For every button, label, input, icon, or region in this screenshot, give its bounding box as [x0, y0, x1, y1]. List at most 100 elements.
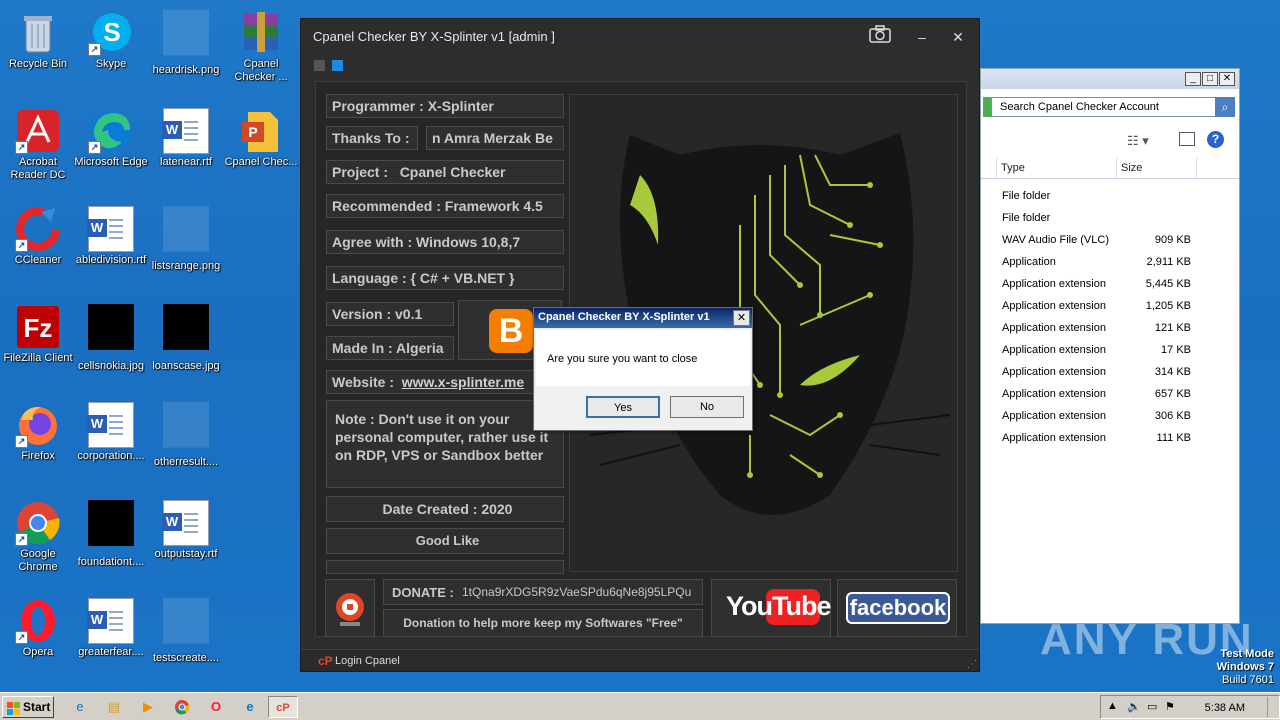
preview-pane-icon[interactable]: [1179, 132, 1195, 146]
network-icon[interactable]: ▭: [1147, 700, 1157, 713]
search-icon[interactable]: ⌕: [1215, 97, 1235, 117]
alarm-button[interactable]: [325, 579, 375, 637]
chrome-taskbar-icon[interactable]: [170, 696, 194, 718]
media-player-icon[interactable]: ▶: [136, 696, 160, 718]
action-center-icon[interactable]: ⚑: [1165, 700, 1175, 713]
dialog-body: Are you sure you want to close: [536, 330, 750, 386]
file-row[interactable]: Application extension 5,445 KB: [981, 273, 1239, 295]
column-header-type[interactable]: Type: [997, 157, 1117, 179]
file-row[interactable]: File folder: [981, 207, 1239, 229]
yes-button[interactable]: Yes: [586, 396, 660, 418]
word-doc-icon: W: [87, 206, 134, 252]
desktop-icon-label: testscreate....: [152, 652, 220, 664]
donate-address[interactable]: 1tQna9rXDG5R9zVaeSPdu6qNe8j95LPQu: [462, 585, 691, 599]
desktop-icon-skype[interactable]: S ↗ Skype: [73, 4, 149, 96]
explorer-search-input[interactable]: Search Cpanel Checker Account: [991, 97, 1217, 117]
minimize-button[interactable]: –: [909, 25, 935, 49]
column-header-size[interactable]: Size: [1117, 157, 1197, 179]
help-icon[interactable]: ?: [1207, 131, 1224, 148]
maximize-button[interactable]: □: [1202, 72, 1218, 86]
desktop-icon-cpanel-checker-rar[interactable]: Cpanel Checker ...: [223, 4, 299, 96]
camera-icon[interactable]: [867, 25, 893, 49]
start-button[interactable]: Start: [2, 696, 54, 718]
close-button[interactable]: ✕: [1219, 72, 1235, 86]
desktop-icon-firefox[interactable]: ↗ Firefox: [0, 396, 76, 488]
resize-grip-icon[interactable]: ⋰: [967, 659, 977, 670]
dialog-close-button[interactable]: ✕: [733, 310, 750, 326]
desktop-icon-latenear[interactable]: W latenear.rtf: [148, 102, 224, 194]
image-file-icon: [88, 500, 134, 546]
theme-blue-square[interactable]: [332, 60, 343, 71]
desktop-icon-label: greaterfear....: [78, 646, 144, 658]
website-link[interactable]: www.x-splinter.me: [402, 374, 524, 390]
file-row[interactable]: Application 2,911 KB: [981, 251, 1239, 273]
internet-explorer-icon[interactable]: e: [68, 696, 92, 718]
dialog-titlebar: Cpanel Checker BY X-Splinter v1 ✕: [534, 308, 752, 328]
edge-icon: ↗: [88, 108, 134, 154]
desktop-icon-ccleaner[interactable]: ↗ CCleaner: [0, 200, 76, 292]
file-type: Application extension: [1002, 366, 1106, 378]
tray-expand-icon[interactable]: ▲: [1107, 700, 1118, 712]
desktop-icon-label: Cpanel Checker ...: [234, 58, 288, 83]
file-explorer-icon[interactable]: ▤: [102, 696, 126, 718]
no-button[interactable]: No: [670, 396, 744, 418]
desktop-icon-cellsnokia[interactable]: cellsnokia.jpg: [73, 298, 149, 390]
clock[interactable]: 5:38 AM: [1205, 702, 1245, 714]
desktop-icon-outputstay[interactable]: W outputstay.rtf: [148, 494, 224, 586]
desktop-icon-greaterfear[interactable]: W greaterfear....: [73, 592, 149, 684]
file-row[interactable]: File folder: [981, 185, 1239, 207]
desktop-icon-abledivision[interactable]: W abledivision.rtf: [73, 200, 149, 292]
desktop-icon-edge[interactable]: ↗ Microsoft Edge: [73, 102, 149, 194]
file-row[interactable]: Application extension 314 KB: [981, 361, 1239, 383]
desktop-icon-filezilla[interactable]: Fz FileZilla Client: [0, 298, 76, 390]
opera-taskbar-icon[interactable]: O: [204, 696, 228, 718]
youtube-button[interactable]: YouTube: [711, 579, 831, 637]
show-desktop-button[interactable]: [1267, 697, 1277, 717]
cpanel-checker-taskbar-button[interactable]: cP: [268, 696, 298, 718]
desktop-icon-label: cellsnokia.jpg: [77, 360, 145, 372]
desktop-icon-heardrisk[interactable]: heardrisk.png: [148, 4, 224, 96]
file-row[interactable]: Application extension 111 KB: [981, 427, 1239, 449]
file-size: 909 KB: [1154, 234, 1191, 246]
opera-icon: ↗: [15, 598, 61, 644]
facebook-button[interactable]: facebook: [837, 579, 957, 637]
desktop-icon-chrome[interactable]: ↗ Google Chrome: [0, 494, 76, 586]
file-row[interactable]: Application extension 17 KB: [981, 339, 1239, 361]
desktop-icon-acrobat[interactable]: ↗ Acrobat Reader DC: [0, 102, 76, 194]
view-options-icon[interactable]: ☷ ▾: [1127, 133, 1149, 149]
explorer-column-headers: Type Size: [981, 157, 1239, 179]
website-field: Website : www.x-splinter.me: [326, 370, 564, 394]
confirm-close-dialog: Cpanel Checker BY X-Splinter v1 ✕ Are yo…: [533, 307, 753, 431]
desktop-icon-corporation[interactable]: W corporation....: [73, 396, 149, 488]
edge-taskbar-icon[interactable]: e: [238, 696, 262, 718]
file-row[interactable]: Application extension 306 KB: [981, 405, 1239, 427]
desktop-icon-listsrange[interactable]: listsrange.png: [148, 200, 224, 292]
desktop-icon-testscreate[interactable]: testscreate....: [148, 592, 224, 684]
made-in-field: Made In : Algeria: [326, 336, 454, 360]
file-row[interactable]: Application extension 1,205 KB: [981, 295, 1239, 317]
file-type: Application extension: [1002, 300, 1106, 312]
cpanel-icon: cP: [318, 654, 333, 668]
desktop-icon-otherresult[interactable]: otherresult....: [148, 396, 224, 488]
recycle-bin-icon: [15, 10, 61, 56]
desktop-icon-foundation[interactable]: foundationt....: [73, 494, 149, 586]
facebook-icon: facebook: [846, 592, 950, 624]
file-row[interactable]: WAV Audio File (VLC) 909 KB: [981, 229, 1239, 251]
theme-dark-square[interactable]: [314, 60, 325, 71]
column-header-name[interactable]: [981, 157, 997, 179]
file-size: 111 KB: [1156, 432, 1191, 444]
desktop-icon-recycle-bin[interactable]: Recycle Bin: [0, 4, 76, 96]
file-row[interactable]: Application extension 657 KB: [981, 383, 1239, 405]
file-type: File folder: [1002, 212, 1051, 224]
desktop-icon-loanscase[interactable]: loanscase.jpg: [148, 298, 224, 390]
desktop-icon-opera[interactable]: ↗ Opera: [0, 592, 76, 684]
desktop-icon-label: abledivision.rtf: [75, 254, 147, 266]
desktop-icon-label: Recycle Bin: [8, 58, 68, 70]
minimize-button[interactable]: _: [1185, 72, 1201, 86]
close-button[interactable]: ✕: [945, 25, 971, 49]
file-row[interactable]: Application extension 121 KB: [981, 317, 1239, 339]
ccleaner-icon: ↗: [15, 206, 61, 252]
speaker-icon[interactable]: 🔈: [1127, 700, 1141, 713]
agree-field: Agree with : Windows 10,8,7: [326, 230, 564, 254]
desktop-icon-cpanel-checker-ppt[interactable]: P Cpanel Chec...: [223, 102, 299, 194]
